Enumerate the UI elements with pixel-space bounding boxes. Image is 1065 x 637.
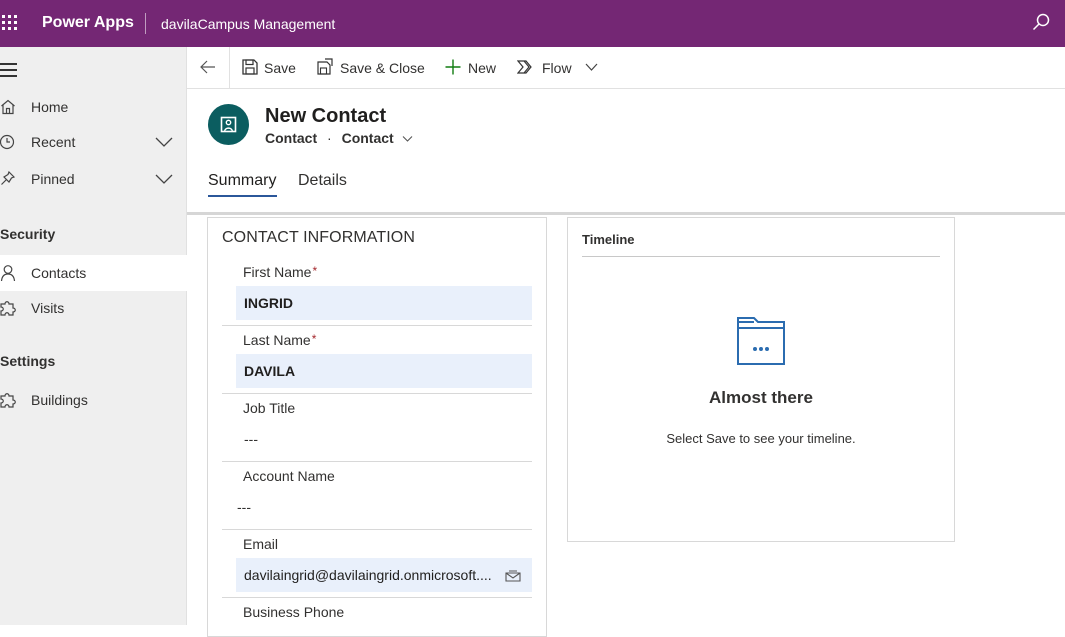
sidebar-item-pinned[interactable]: Pinned [0,161,187,197]
first-name-label: First Name* [243,264,317,280]
flow-label: Flow [542,60,572,76]
top-bar: Power Apps davilaCampus Management [0,0,1065,47]
account-name-lookup[interactable]: --- [229,490,525,524]
timeline-divider [582,256,940,257]
last-name-value: DAVILA [244,363,296,379]
sidebar-item-label: Contacts [31,265,87,281]
plus-icon [445,59,461,75]
email-value: davilaingrid@davilaingrid.onmicrosoft...… [244,567,492,583]
back-arrow-icon[interactable] [199,58,217,76]
puzzle-icon [0,393,16,408]
sidebar-item-visits[interactable]: Visits [0,290,187,326]
sidebar-item-recent[interactable]: Recent [0,124,187,160]
job-title-field[interactable]: --- [236,422,532,456]
field-label-text: First Name [243,264,312,280]
sidebar-group-settings: Settings [0,353,56,369]
chevron-down-icon[interactable] [155,172,173,186]
new-button[interactable]: New [444,47,502,89]
email-field[interactable]: davilaingrid@davilaingrid.onmicrosoft...… [236,558,532,592]
page-title: New Contact [265,105,387,127]
flow-button[interactable]: Flow [517,47,599,89]
chevron-down-icon[interactable] [402,135,413,143]
form-name: Contact [341,130,394,146]
email-label: Email [243,536,279,552]
new-label: New [468,60,497,76]
required-indicator: * [312,264,318,278]
account-name-label: Account Name [243,468,335,484]
puzzle-icon [0,301,16,316]
sidebar-item-label: Recent [31,134,76,150]
sidebar-item-label: Pinned [31,171,75,187]
entity-name: Contact [265,130,318,146]
business-phone-label: Business Phone [243,604,345,620]
save-label: Save [264,60,296,76]
app-name[interactable]: davilaCampus Management [161,16,335,32]
active-tab-indicator [208,195,277,197]
last-name-label: Last Name* [243,332,316,348]
sidebar-item-home[interactable]: Home [0,89,187,125]
field-divider [222,529,532,530]
breadcrumb-separator: · [327,130,332,146]
save-icon [242,59,258,75]
save-and-close-label: Save & Close [340,60,425,76]
sidebar: Home Recent Pinned Security Contacts Vis… [0,47,187,625]
field-divider [222,461,532,462]
sidebar-item-label: Home [31,99,69,115]
command-bar: Save Save & Close New Flow [187,47,1065,89]
field-divider [222,393,532,394]
job-title-value: --- [244,431,258,447]
hamburger-menu-icon[interactable] [0,63,18,77]
tab-details[interactable]: Details [298,172,347,190]
job-title-label: Job Title [243,400,296,416]
send-email-icon[interactable] [505,569,521,583]
field-divider [222,597,532,598]
form-selector[interactable]: Contact [342,130,413,146]
sidebar-item-label: Buildings [31,392,88,408]
command-divider [229,47,230,89]
home-icon [1,99,15,115]
first-name-value: INGRID [244,295,293,311]
flow-icon [517,60,532,74]
timeline-title: Timeline [582,232,635,247]
contact-card-icon [220,116,237,133]
timeline-panel [567,217,955,542]
save-close-icon [317,58,333,75]
folder-icon [737,317,785,365]
section-title: CONTACT INFORMATION [222,229,416,246]
last-name-field[interactable]: DAVILA [236,354,532,388]
chevron-down-icon[interactable] [155,135,173,149]
required-indicator: * [311,332,317,346]
save-button[interactable]: Save [241,47,299,89]
account-name-value: --- [237,499,251,515]
chevron-down-icon[interactable] [585,62,598,72]
pin-icon [1,170,16,185]
person-icon [0,265,16,282]
tab-summary[interactable]: Summary [208,172,276,190]
field-divider [222,325,532,326]
search-icon[interactable] [1031,12,1051,32]
avatar [208,104,249,145]
field-label-text: Last Name [243,332,311,348]
sidebar-item-contacts[interactable]: Contacts [0,255,187,291]
sidebar-item-buildings[interactable]: Buildings [0,382,187,418]
sidebar-item-label: Visits [31,300,65,316]
sidebar-group-security: Security [0,226,56,242]
brand-title[interactable]: Power Apps [42,14,134,32]
clock-icon [0,134,15,150]
save-and-close-button[interactable]: Save & Close [316,47,426,89]
entity-breadcrumb: Contact · Contact [265,130,413,146]
topbar-divider [145,13,146,34]
first-name-field[interactable]: INGRID [236,286,532,320]
app-launcher-icon[interactable] [1,14,19,32]
header-divider [187,212,1065,215]
